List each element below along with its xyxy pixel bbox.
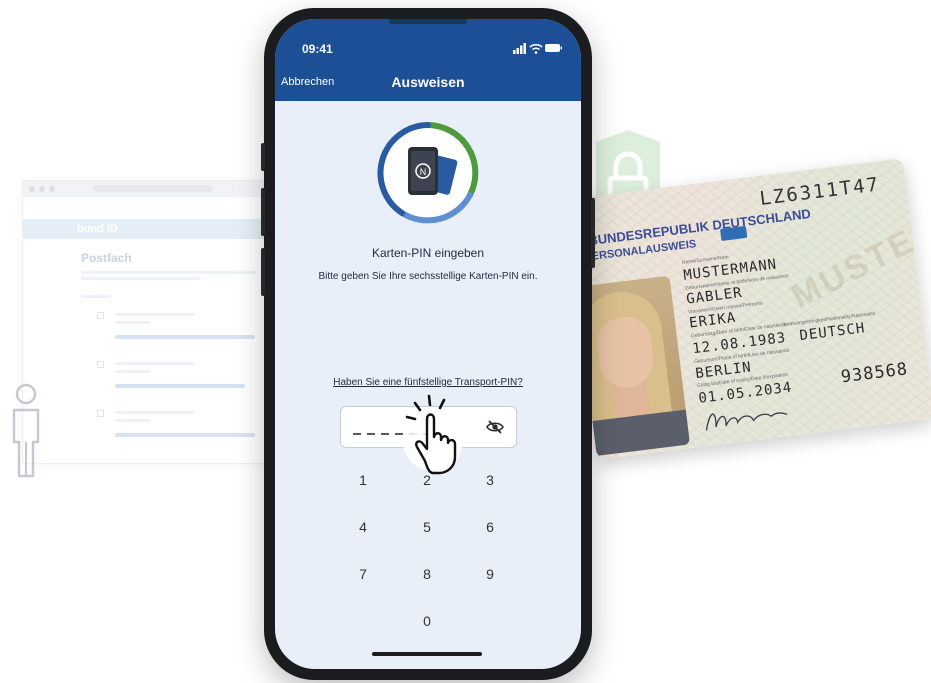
battery-icon (545, 44, 562, 52)
text-line (81, 295, 111, 298)
message-checkbox (97, 361, 104, 368)
phone-side-button (261, 143, 265, 171)
phone-side-button (261, 248, 265, 296)
pin-digit-slot (381, 433, 389, 435)
keypad-key-0[interactable]: 0 (397, 605, 457, 637)
window-dot (29, 186, 35, 192)
phone-side-button (591, 198, 595, 268)
status-icons (513, 43, 562, 54)
screen-title: Ausweisen (391, 74, 465, 90)
keypad-key-7[interactable]: 7 (333, 558, 393, 590)
status-time: 09:41 (302, 42, 333, 56)
text-line (115, 313, 195, 316)
eye-slash-icon[interactable] (486, 419, 504, 435)
browser-top-bar (23, 181, 273, 197)
bundid-brand: bund ID (77, 223, 118, 235)
text-line (115, 419, 150, 422)
message-link (115, 335, 255, 339)
phone-side-button (261, 188, 265, 236)
nfc-card-scan-icon: N (377, 122, 479, 224)
pin-instruction: Bitte geben Sie Ihre sechsstellige Karte… (318, 271, 538, 282)
browser-url-bar (93, 185, 213, 192)
smartphone: 09:41 Abbrechen Ausweisen N Karten-PIN e… (261, 8, 595, 680)
message-link (115, 433, 255, 437)
text-line (81, 277, 201, 280)
id-card: MUSTER LZ6311T47 BUNDESREPUBLIK DEUTSCHL… (565, 158, 931, 460)
person-outline-icon (12, 383, 40, 478)
keypad-key-5[interactable]: 5 (397, 511, 457, 543)
pin-digit-slot (367, 433, 375, 435)
text-line (115, 370, 150, 373)
message-checkbox (97, 410, 104, 417)
pin-heading: Karten-PIN eingeben (371, 246, 485, 260)
background-browser-window: bund ID Postfach (22, 180, 274, 464)
home-indicator[interactable] (372, 652, 482, 656)
keypad-key-1[interactable]: 1 (333, 464, 393, 496)
transport-pin-link[interactable]: Haben Sie eine fünfstellige Transport-PI… (275, 377, 581, 388)
message-link (115, 384, 245, 388)
text-line (115, 321, 150, 324)
svg-text:N: N (420, 167, 427, 177)
bundid-header: bund ID (23, 219, 273, 239)
pin-digit-slot (353, 433, 361, 435)
keypad-key-8[interactable]: 8 (397, 558, 457, 590)
postfach-title: Postfach (81, 251, 132, 265)
phone-screen: 09:41 Abbrechen Ausweisen N Karten-PIN e… (275, 19, 581, 669)
text-line (81, 271, 256, 274)
keypad-key-2[interactable]: 2 (397, 464, 457, 496)
text-line (115, 362, 195, 365)
speaker-notch (389, 19, 467, 24)
message-checkbox (97, 312, 104, 319)
keypad-key-4[interactable]: 4 (333, 511, 393, 543)
wifi-icon (529, 43, 543, 54)
keypad-key-3[interactable]: 3 (460, 464, 520, 496)
keypad-key-9[interactable]: 9 (460, 558, 520, 590)
window-dot (39, 186, 45, 192)
text-line (115, 411, 195, 414)
keypad-key-6[interactable]: 6 (460, 511, 520, 543)
signal-icon (513, 43, 526, 54)
navigation-bar: 09:41 Abbrechen Ausweisen (275, 19, 581, 101)
window-dot (49, 186, 55, 192)
